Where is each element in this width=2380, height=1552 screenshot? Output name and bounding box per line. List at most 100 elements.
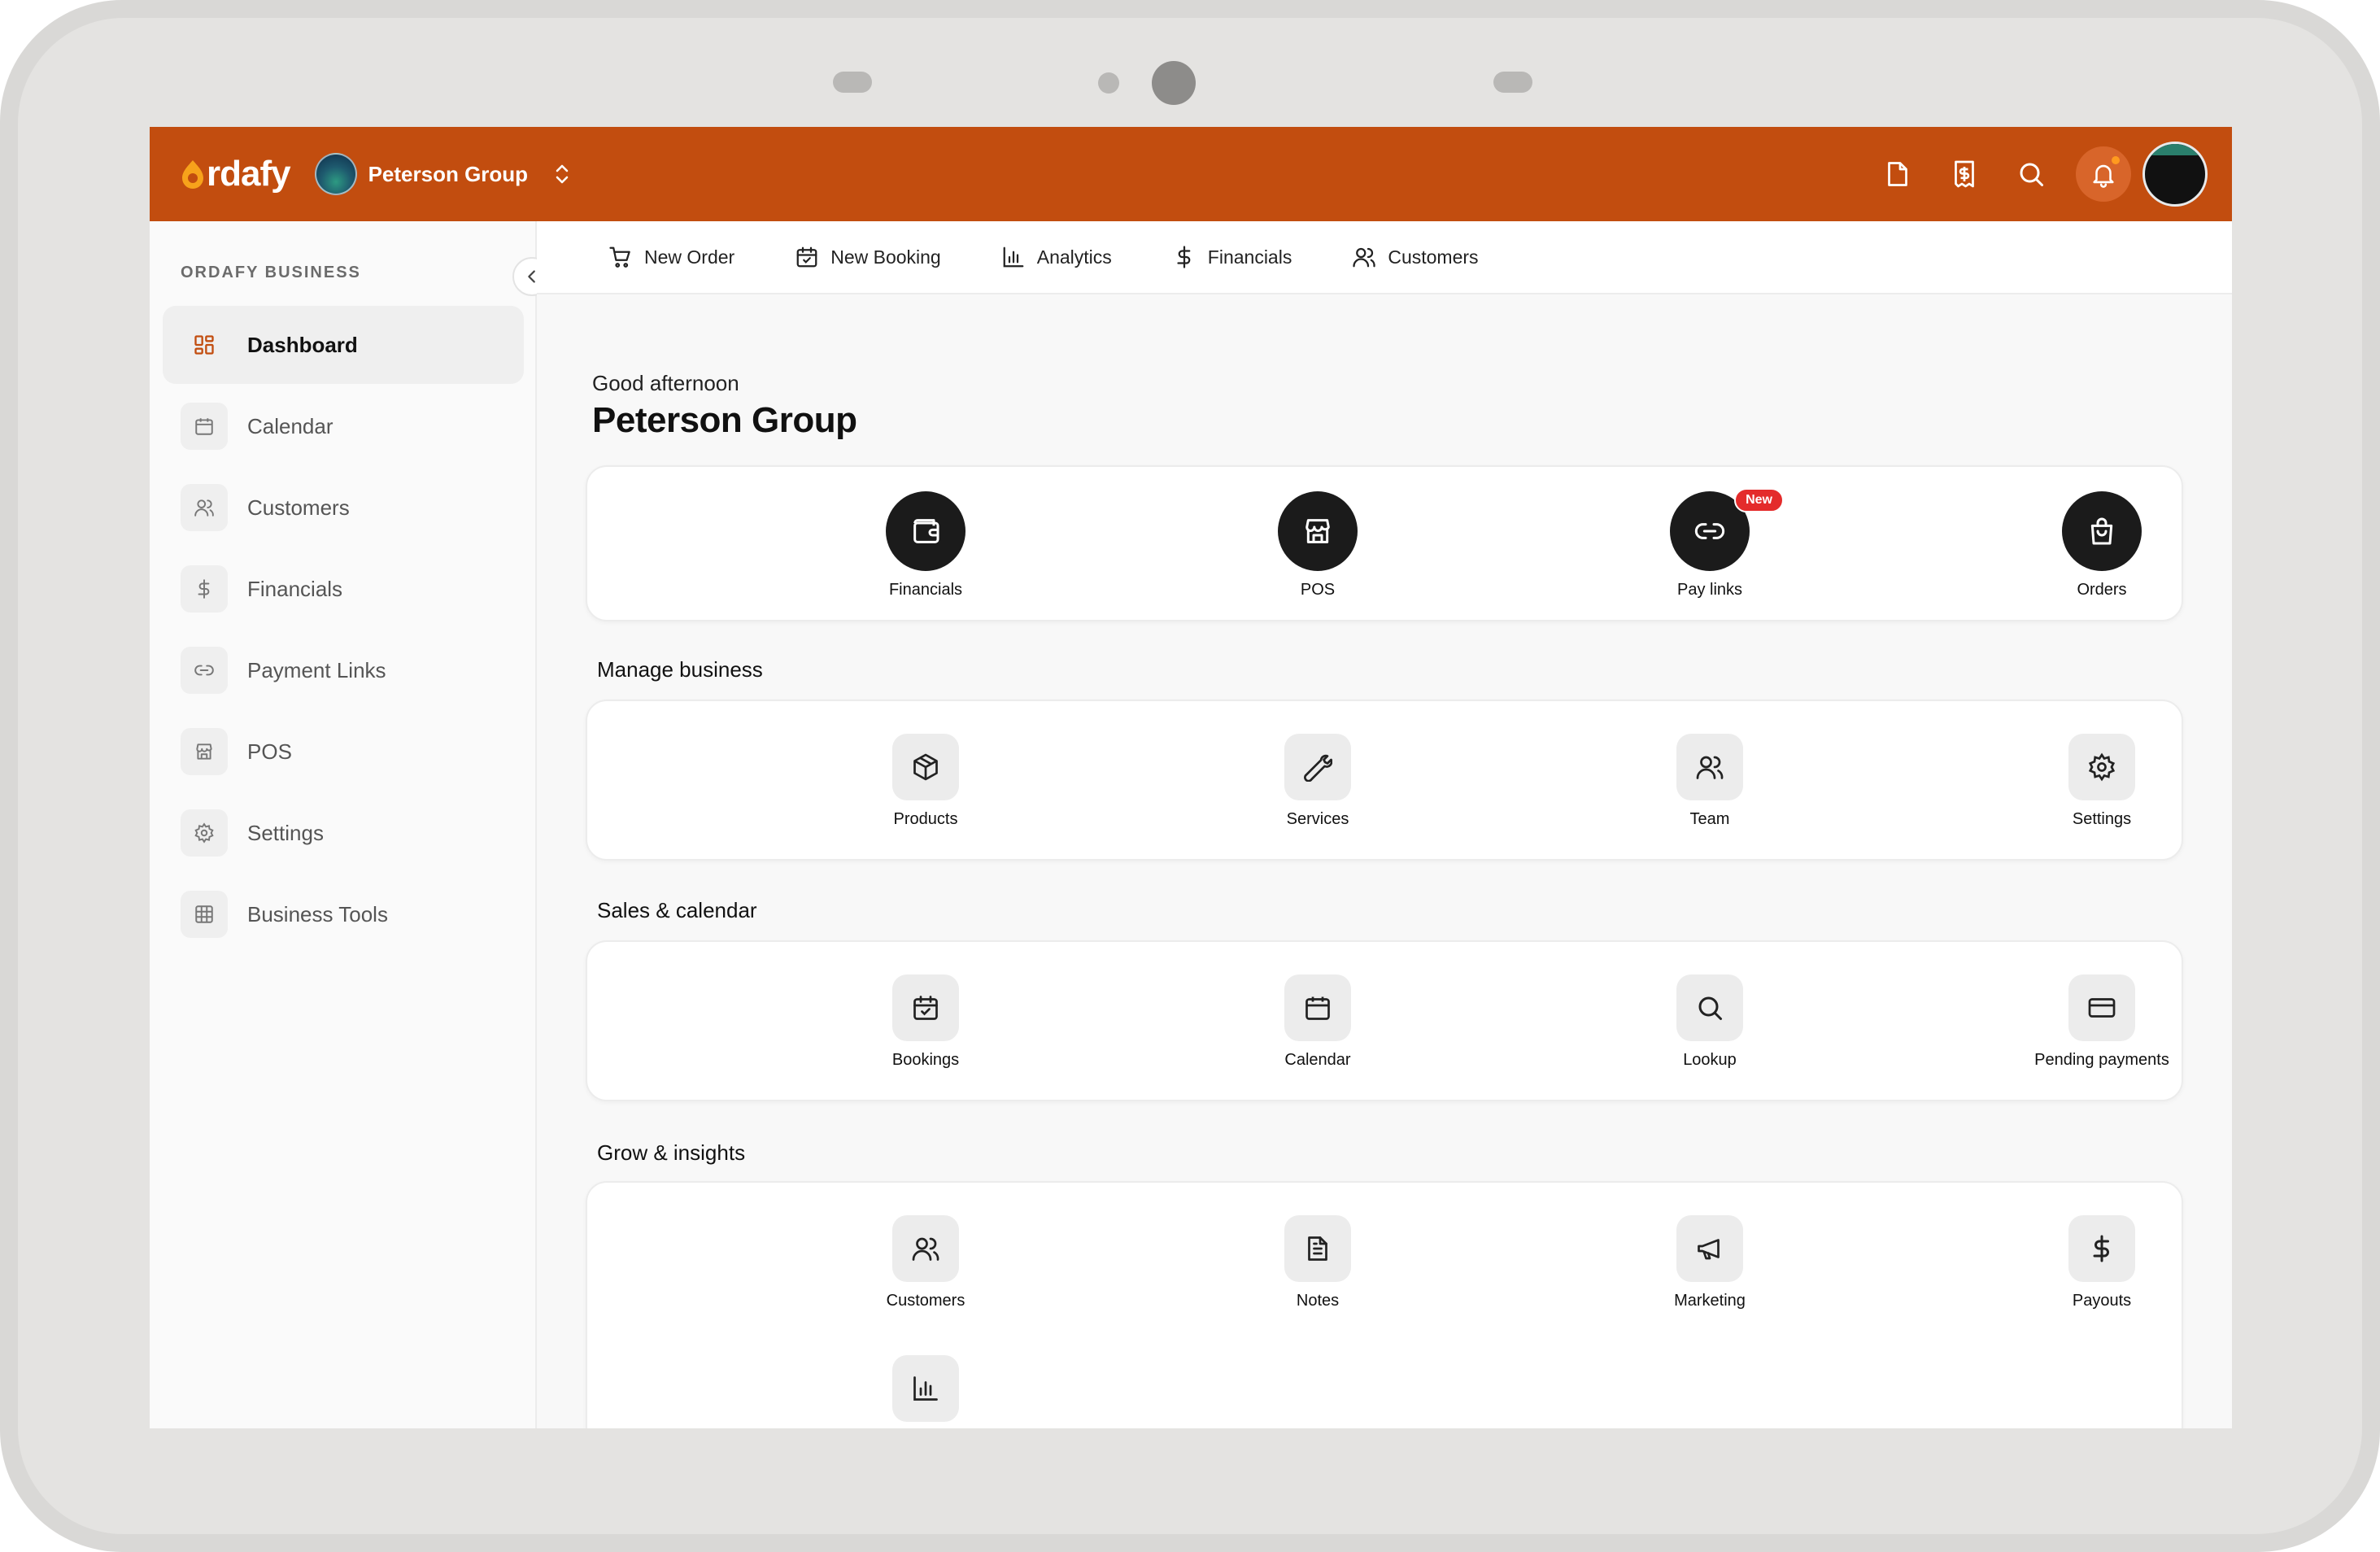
file-text-icon [1284, 1215, 1351, 1282]
tile-label: Calendar [1284, 1051, 1351, 1069]
tile-pos[interactable]: POS [1196, 491, 1440, 599]
quick-customers[interactable]: Customers [1352, 245, 1479, 269]
tile-label: Customers [886, 1292, 966, 1310]
users-icon [181, 484, 228, 531]
store-icon [181, 728, 228, 775]
tile-label: Payouts [2072, 1292, 2132, 1310]
search-icon [1676, 974, 1743, 1041]
dashboard-icon [181, 321, 228, 368]
tile-calendar[interactable]: Calendar [1196, 974, 1440, 1070]
tile-notes[interactable]: Notes [1196, 1215, 1440, 1310]
section-title-sales: Sales & calendar [597, 898, 757, 922]
gear-icon [2068, 734, 2135, 800]
calendar-check-icon [892, 974, 959, 1041]
bar-chart-icon [1003, 246, 1024, 268]
bag-icon [2062, 491, 2142, 571]
tile-analytics[interactable] [804, 1355, 1048, 1428]
bar-chart-icon [892, 1355, 959, 1422]
tablet-frame: rdafy Peterson Group ORDAFY BUSINESS Das… [0, 0, 2380, 1552]
logo-flame-icon [182, 160, 203, 189]
quick-analytics[interactable]: Analytics [1001, 245, 1112, 269]
tile-settings[interactable]: Settings [1980, 734, 2224, 829]
greeting: Good afternoon [592, 371, 739, 395]
tile-team[interactable]: Team [1588, 734, 1832, 829]
sidebar-item-label: Customers [247, 495, 350, 520]
tile-label: Lookup [1683, 1051, 1737, 1069]
tile-customers[interactable]: Customers [804, 1215, 1048, 1310]
quick-label: Financials [1207, 246, 1292, 268]
grid-icon [181, 891, 228, 938]
tile-bookings[interactable]: Bookings [804, 974, 1048, 1070]
page-title: Peterson Group [592, 400, 857, 440]
sidebar-item-settings[interactable]: Settings [163, 794, 524, 872]
receipt-button[interactable] [1931, 141, 1998, 207]
org-name: Peterson Group [368, 161, 529, 186]
tile-payouts[interactable]: Payouts [1980, 1215, 2224, 1310]
gear-icon [181, 809, 228, 857]
tile-label: Orders [2077, 581, 2127, 599]
tile-lookup[interactable]: Lookup [1588, 974, 1832, 1070]
link-icon: New [1670, 488, 1784, 571]
box-icon [892, 734, 959, 800]
tile-orders[interactable]: Orders [1980, 491, 2224, 599]
grow-insights-card: Customers Notes Marketing Payouts [586, 1181, 2183, 1428]
calendar-check-icon [796, 246, 817, 268]
users-icon [1353, 247, 1375, 268]
tile-pending-payments[interactable]: Pending payments [1980, 974, 2224, 1070]
document-button[interactable] [1864, 141, 1931, 207]
manage-business-card: Products Services Team Settings [586, 700, 2183, 861]
tile-label: Products [893, 810, 958, 828]
sidebar-item-label: Payment Links [247, 657, 386, 682]
notifications-button[interactable] [2076, 146, 2131, 202]
quick-new-order[interactable]: New Order [608, 245, 734, 269]
camera [1152, 61, 1196, 105]
quick-financials[interactable]: Financials [1172, 245, 1292, 269]
sidebar-item-dashboard[interactable]: Dashboard [163, 306, 524, 384]
tile-marketing[interactable]: Marketing [1588, 1215, 1832, 1310]
sidebar-item-calendar[interactable]: Calendar [163, 387, 524, 465]
link-icon [181, 647, 228, 694]
tile-services[interactable]: Services [1196, 734, 1440, 829]
sensor-right [1493, 72, 1532, 93]
sidebar-item-payment-links[interactable]: Payment Links [163, 631, 524, 709]
tile-label: Services [1286, 810, 1349, 828]
logo-text: rdafy [207, 154, 291, 194]
org-switcher[interactable]: Peterson Group [314, 153, 572, 195]
search-icon [2020, 163, 2043, 186]
users-icon [1676, 734, 1743, 800]
sidebar-item-financials[interactable]: Financials [163, 550, 524, 628]
tile-products[interactable]: Products [804, 734, 1048, 829]
sidebar-item-business-tools[interactable]: Business Tools [163, 875, 524, 953]
sidebar-item-customers[interactable]: Customers [163, 469, 524, 547]
tile-pay-links[interactable]: New Pay links [1588, 488, 1832, 599]
section-title-grow: Grow & insights [597, 1140, 746, 1165]
sensor-dot [1098, 72, 1119, 94]
sensor-left [833, 72, 872, 93]
org-avatar [314, 153, 357, 195]
logo[interactable]: rdafy [181, 154, 291, 194]
sidebar-item-label: POS [247, 739, 292, 764]
quick-label: Analytics [1036, 246, 1112, 268]
profile-avatar[interactable] [2142, 142, 2208, 207]
quick-label: New Booking [830, 246, 941, 268]
quick-new-booking[interactable]: New Booking [795, 245, 941, 269]
tile-financials[interactable]: Financials [804, 491, 1048, 599]
tile-label: Bookings [891, 1051, 960, 1069]
sidebar-item-label: Settings [247, 820, 324, 845]
tile-label: Pending payments [2034, 1051, 2169, 1069]
sales-calendar-card: Bookings Calendar Lookup Pending payment… [586, 940, 2183, 1101]
search-button[interactable] [1998, 141, 2064, 207]
tile-label: Notes [1296, 1292, 1340, 1310]
sidebar-item-label: Business Tools [247, 901, 388, 926]
sidebar-item-label: Calendar [247, 413, 333, 438]
sidebar-section-title: ORDAFY BUSINESS [181, 264, 361, 281]
tile-label: Marketing [1674, 1292, 1746, 1310]
sidebar-item-label: Dashboard [247, 332, 358, 357]
new-badge: New [1734, 488, 1784, 512]
notification-dot [2110, 155, 2121, 166]
sidebar-item-pos[interactable]: POS [163, 713, 524, 791]
quick-actions-bar: New Order New Booking Analytics Financia… [537, 221, 2232, 294]
users-icon [892, 1215, 959, 1282]
card-icon [2068, 974, 2135, 1041]
tile-label: Pay links [1676, 581, 1743, 599]
